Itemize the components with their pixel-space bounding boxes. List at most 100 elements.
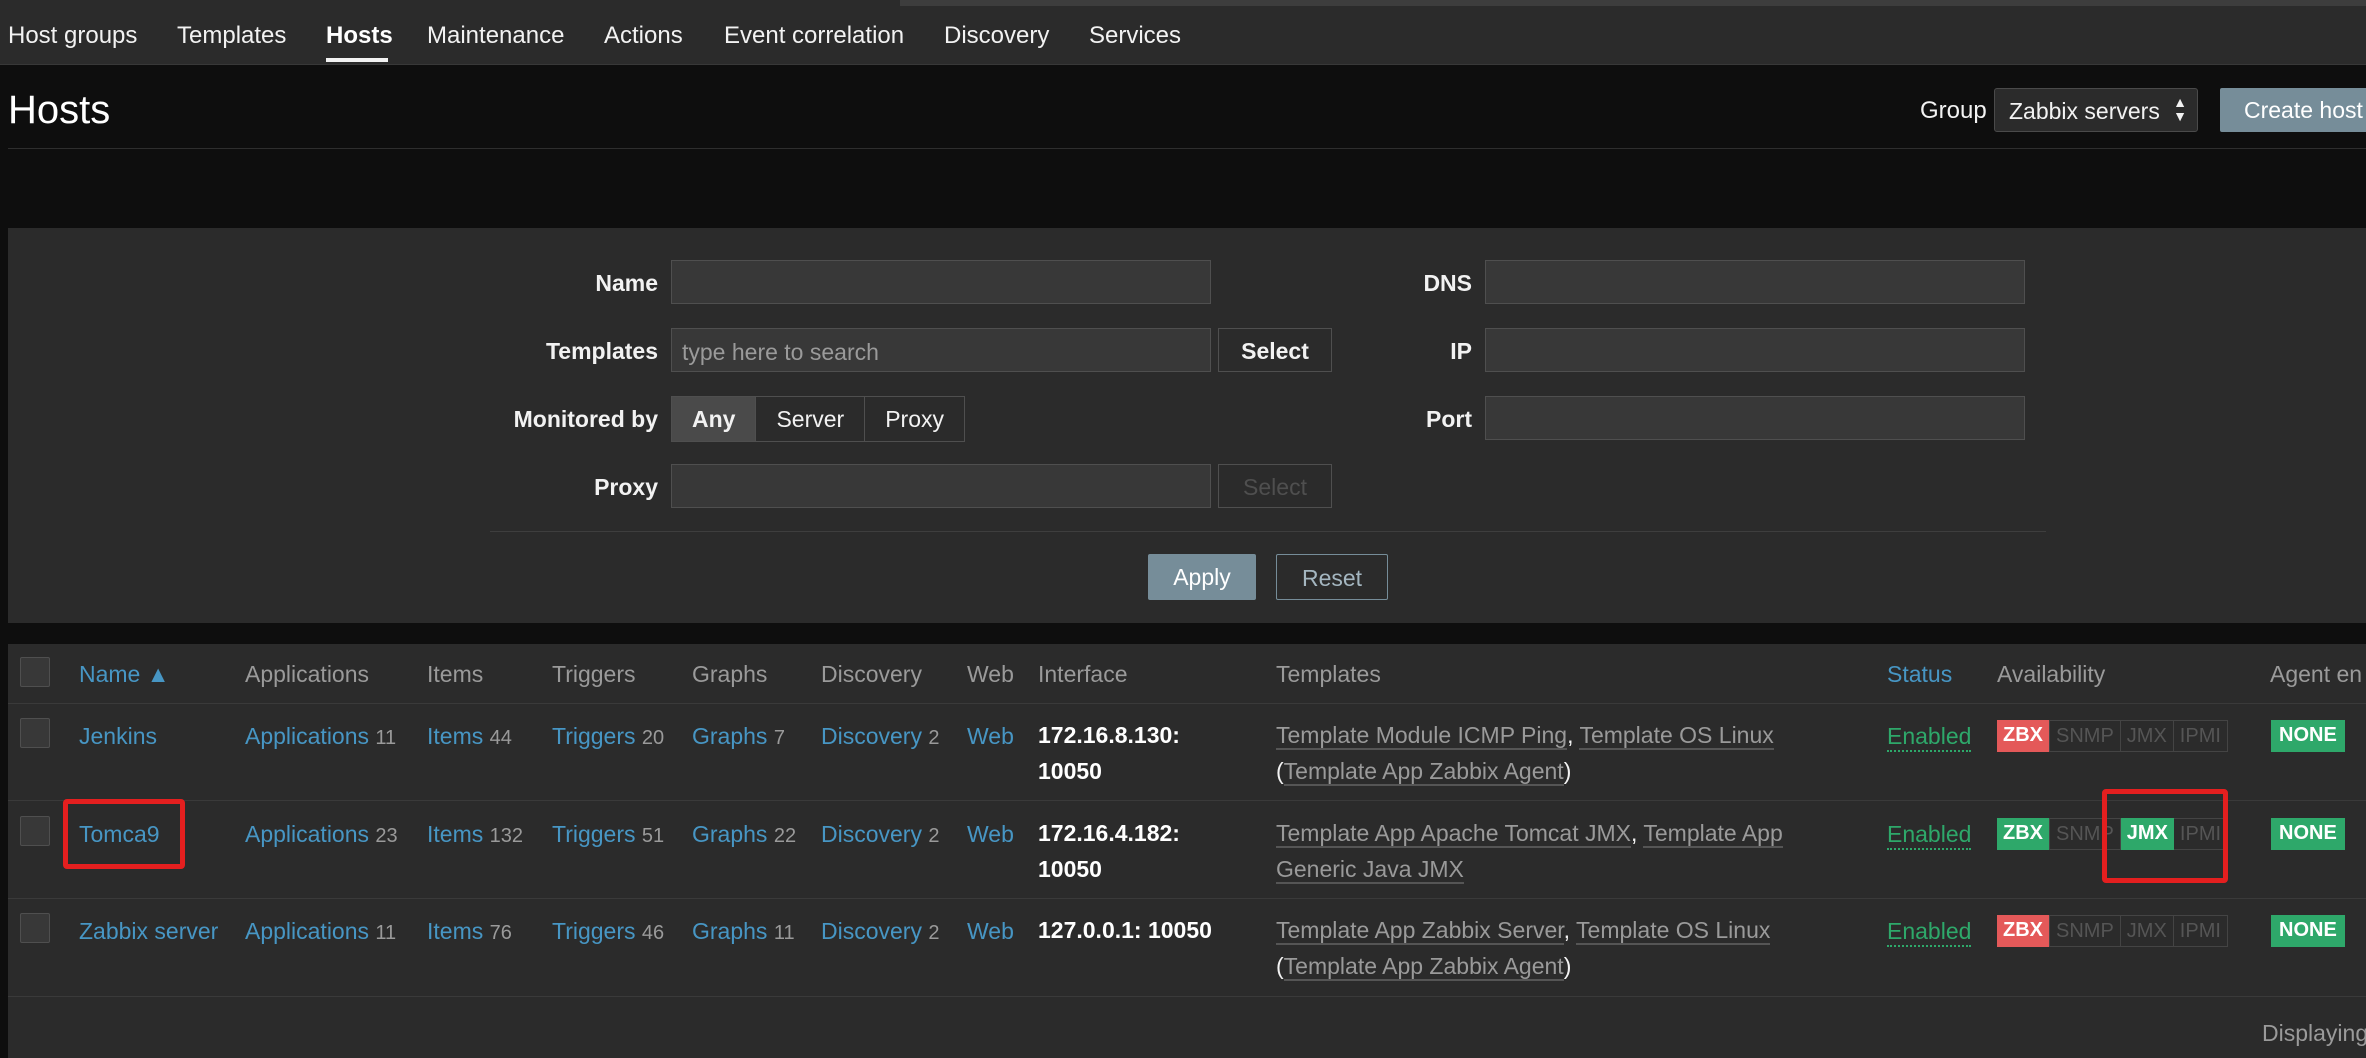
- interface-address: 172.16.8.130:: [1038, 722, 1180, 748]
- triggers-link[interactable]: Triggers: [552, 821, 636, 847]
- snmp-badge: SNMP: [2049, 915, 2121, 947]
- discovery-link[interactable]: Discovery: [821, 918, 922, 944]
- tab-event-correlation[interactable]: Event correlation: [724, 22, 904, 50]
- paging-info: Displaying: [2262, 1020, 2366, 1046]
- discovery-link[interactable]: Discovery: [821, 821, 922, 847]
- template-separator: ,: [1567, 722, 1580, 748]
- col-status[interactable]: Status: [1887, 661, 1952, 688]
- status-toggle[interactable]: Enabled: [1887, 918, 1972, 947]
- web-link[interactable]: Web: [967, 918, 1014, 945]
- discovery-cell: Discovery 2: [821, 918, 939, 945]
- group-label: Group: [1920, 97, 1987, 124]
- port-input[interactable]: [1485, 396, 2025, 440]
- tab-discovery[interactable]: Discovery: [944, 22, 1049, 50]
- interface-address: 172.16.4.182:: [1038, 820, 1180, 846]
- group-select-value: Zabbix servers: [2009, 98, 2160, 124]
- paren-close: ): [1563, 758, 1572, 784]
- template-link[interactable]: Template Module ICMP Ping: [1276, 722, 1568, 750]
- encryption-badge: NONE: [2271, 915, 2345, 947]
- ip-label: IP: [1450, 338, 1472, 364]
- triggers-cell: Triggers 51: [552, 821, 664, 848]
- template-link[interactable]: Template OS Linux: [1579, 722, 1774, 750]
- templates-select-button[interactable]: Select: [1218, 328, 1332, 372]
- proxy-input[interactable]: [671, 464, 1211, 508]
- parent-template-link[interactable]: Template App Zabbix Agent: [1283, 953, 1564, 981]
- zbx-badge: ZBX: [1997, 720, 2049, 752]
- name-input[interactable]: [671, 260, 1211, 304]
- template-link[interactable]: Template App Apache Tomcat JMX: [1276, 820, 1631, 848]
- parent-template-link[interactable]: Template App Zabbix Agent: [1283, 758, 1564, 786]
- discovery-count: 2: [928, 727, 940, 749]
- paren-close: ): [1563, 953, 1572, 979]
- web-link[interactable]: Web: [967, 821, 1014, 848]
- jmx-badge: JMX: [2120, 915, 2174, 947]
- items-link[interactable]: Items: [427, 821, 483, 847]
- tab-services[interactable]: Services: [1089, 22, 1181, 50]
- triggers-link[interactable]: Triggers: [552, 723, 636, 749]
- templates-input[interactable]: type here to search: [671, 328, 1211, 372]
- web-link[interactable]: Web: [967, 723, 1014, 750]
- monitored-any-option[interactable]: Any: [672, 397, 757, 441]
- monitored-proxy-option[interactable]: Proxy: [865, 397, 964, 441]
- tab-templates[interactable]: Templates: [177, 22, 286, 50]
- row-divider: [8, 800, 2366, 801]
- monitored-server-option[interactable]: Server: [756, 397, 866, 441]
- tab-host-groups[interactable]: Host groups: [8, 22, 137, 50]
- active-tab-indicator: [326, 58, 388, 62]
- applications-link[interactable]: Applications: [245, 821, 369, 847]
- row-checkbox[interactable]: [20, 718, 50, 748]
- col-name[interactable]: Name ▲: [79, 661, 170, 688]
- graphs-count: 7: [773, 727, 785, 749]
- interface-address: 127.0.0.1: 10050: [1038, 917, 1212, 943]
- status-toggle[interactable]: Enabled: [1887, 723, 1972, 752]
- template-link[interactable]: Template App: [1643, 820, 1783, 848]
- interface-cell: 127.0.0.1: 10050: [1038, 912, 1212, 948]
- row-divider: [8, 996, 2366, 997]
- jmx-badge: JMX: [2120, 720, 2174, 752]
- reset-button[interactable]: Reset: [1276, 554, 1388, 600]
- templates-cell: Template App Apache Tomcat JMX, Template…: [1276, 815, 1783, 887]
- host-name-link[interactable]: Jenkins: [79, 723, 157, 750]
- items-cell: Items 44: [427, 723, 512, 750]
- proxy-select-button: Select: [1218, 464, 1332, 508]
- graphs-link[interactable]: Graphs: [692, 918, 767, 944]
- tab-hosts[interactable]: Hosts: [326, 22, 393, 50]
- items-link[interactable]: Items: [427, 918, 483, 944]
- group-select[interactable]: Zabbix servers ▲ ▼: [1994, 88, 2198, 132]
- select-all-checkbox[interactable]: [20, 657, 50, 687]
- template-link[interactable]: Template OS Linux: [1576, 917, 1771, 945]
- apply-button[interactable]: Apply: [1148, 554, 1256, 600]
- tab-maintenance[interactable]: Maintenance: [427, 22, 564, 50]
- host-name-link[interactable]: Zabbix server: [79, 918, 218, 945]
- discovery-link[interactable]: Discovery: [821, 723, 922, 749]
- items-count: 132: [489, 825, 523, 847]
- template-link-continued[interactable]: Generic Java JMX: [1276, 856, 1464, 884]
- status-toggle[interactable]: Enabled: [1887, 821, 1972, 850]
- graphs-link[interactable]: Graphs: [692, 723, 767, 749]
- triggers-link[interactable]: Triggers: [552, 918, 636, 944]
- applications-link[interactable]: Applications: [245, 918, 369, 944]
- col-interface: Interface: [1038, 661, 1128, 687]
- interface-port: 10050: [1038, 758, 1102, 784]
- template-link[interactable]: Template App Zabbix Server: [1276, 917, 1564, 945]
- applications-link[interactable]: Applications: [245, 723, 369, 749]
- applications-cell: Applications 11: [245, 918, 396, 945]
- row-checkbox[interactable]: [20, 913, 50, 943]
- ip-input[interactable]: [1485, 328, 2025, 372]
- row-checkbox[interactable]: [20, 816, 50, 846]
- name-label: Name: [595, 270, 658, 296]
- templates-label: Templates: [545, 338, 658, 364]
- discovery-cell: Discovery 2: [821, 821, 939, 848]
- triggers-count: 46: [641, 922, 665, 944]
- triggers-count: 20: [641, 727, 665, 749]
- tab-actions[interactable]: Actions: [604, 22, 683, 50]
- create-host-button[interactable]: Create host: [2220, 88, 2366, 132]
- proxy-label: Proxy: [594, 474, 658, 500]
- graphs-link[interactable]: Graphs: [692, 821, 767, 847]
- triggers-cell: Triggers 20: [552, 723, 664, 750]
- dns-label: DNS: [1423, 270, 1472, 296]
- dns-input[interactable]: [1485, 260, 2025, 304]
- col-triggers: Triggers: [552, 661, 636, 687]
- col-agent-encryption: Agent en: [2270, 661, 2363, 687]
- items-link[interactable]: Items: [427, 723, 483, 749]
